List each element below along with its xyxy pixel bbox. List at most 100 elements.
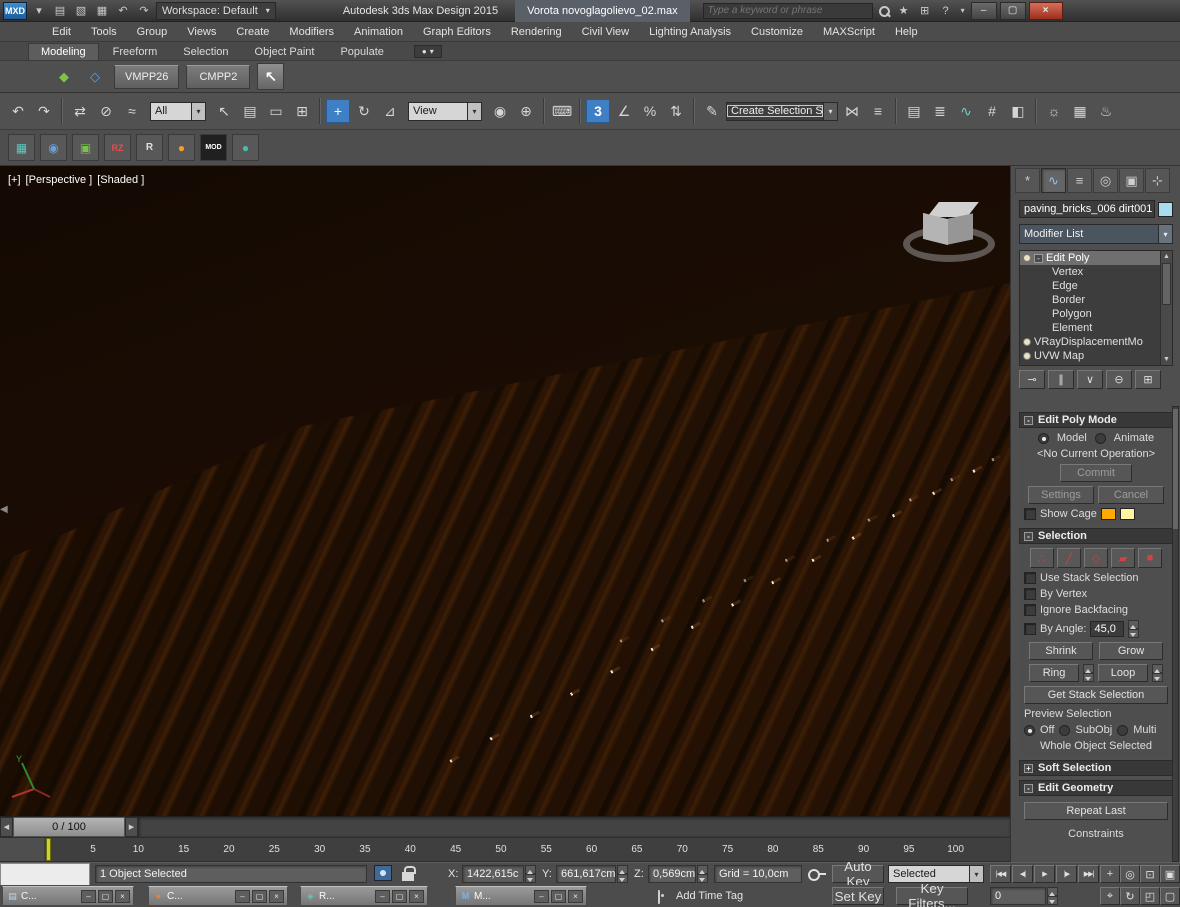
- tab-hierarchy-icon[interactable]: ≡: [1067, 168, 1092, 193]
- undo-icon[interactable]: ↶: [114, 2, 132, 20]
- tab-modify-icon[interactable]: ∿: [1041, 168, 1066, 193]
- rollout-header-edit-geometry[interactable]: - Edit Geometry: [1019, 780, 1173, 796]
- ring-spinner[interactable]: [1083, 664, 1094, 682]
- selection-filter-dropdown[interactable]: All ▾: [150, 102, 206, 121]
- rollout-header-selection[interactable]: - Selection: [1019, 528, 1173, 544]
- stack-item-element[interactable]: Element: [1020, 321, 1172, 335]
- maximize-viewport-icon[interactable]: ▢: [1160, 887, 1180, 905]
- ribbon-tab-freeform[interactable]: Freeform: [101, 44, 170, 60]
- animate-radio[interactable]: [1095, 433, 1106, 444]
- cancel-button[interactable]: Cancel: [1098, 486, 1164, 504]
- redo-button[interactable]: ↷: [32, 99, 56, 123]
- custom-tool-icon-6[interactable]: ●: [168, 134, 195, 161]
- unlink-selection-icon[interactable]: ⊘: [94, 99, 118, 123]
- commit-button[interactable]: Commit: [1060, 464, 1132, 482]
- restore-button[interactable]: ▢: [392, 890, 407, 903]
- menu-item[interactable]: Civil View: [572, 22, 639, 41]
- custom-tool-icon-4[interactable]: RZ: [104, 134, 131, 161]
- shrink-button[interactable]: Shrink: [1029, 642, 1093, 660]
- object-name-field[interactable]: paving_bricks_006 dirt001: [1019, 200, 1155, 218]
- menu-item[interactable]: Animation: [344, 22, 413, 41]
- time-slider-handle[interactable]: 0 / 100: [13, 817, 125, 837]
- scroll-down-icon[interactable]: ▼: [1161, 354, 1172, 365]
- custom-tool-icon-7[interactable]: MOD: [200, 134, 227, 161]
- undo-button[interactable]: ↶: [6, 99, 30, 123]
- loop-button[interactable]: Loop: [1098, 664, 1148, 682]
- keyboard-override-icon[interactable]: ⌨: [550, 99, 574, 123]
- menu-item[interactable]: Rendering: [501, 22, 572, 41]
- exchange-apps-icon[interactable]: ⊞: [916, 2, 934, 20]
- viewport-pov-menu[interactable]: [Perspective ]: [26, 174, 93, 186]
- app-logo-icon[interactable]: MXD: [3, 2, 27, 20]
- command-panel-scrollbar[interactable]: [1172, 406, 1179, 862]
- viewport-canvas[interactable]: [+] [Perspective ] [Shaded ] ◀ Y: [0, 166, 1010, 817]
- schematic-view-icon[interactable]: #: [980, 99, 1004, 123]
- vertex-subobject-icon[interactable]: ∴: [1030, 548, 1054, 568]
- workspace-dropdown[interactable]: Workspace: Default ▾: [156, 2, 276, 20]
- by-angle-checkbox[interactable]: [1024, 623, 1036, 635]
- z-spinner[interactable]: [697, 865, 708, 883]
- ribbon-tab-modeling[interactable]: Modeling: [28, 43, 99, 60]
- zoom-region-icon[interactable]: ▣: [1160, 865, 1180, 883]
- scroll-up-icon[interactable]: ▲: [1161, 251, 1172, 262]
- select-and-scale-icon[interactable]: ⊿: [378, 99, 402, 123]
- use-pivot-center-icon[interactable]: ◉: [488, 99, 512, 123]
- close-button[interactable]: ×: [1029, 2, 1063, 20]
- ribbon-tab-object-paint[interactable]: Object Paint: [243, 44, 327, 60]
- menu-item[interactable]: Views: [177, 22, 226, 41]
- stack-item-border[interactable]: Border: [1020, 293, 1172, 307]
- select-by-name-icon[interactable]: ▤: [238, 99, 262, 123]
- tab-display-icon[interactable]: ▣: [1119, 168, 1144, 193]
- stack-item-vraydisplacementmod[interactable]: VRayDisplacementMo: [1020, 335, 1172, 349]
- panel-tab-vmpp26[interactable]: VMPP26: [114, 65, 179, 89]
- next-frame-button[interactable]: ▶: [125, 817, 138, 837]
- help-icon[interactable]: ?: [937, 2, 955, 20]
- close-button[interactable]: ×: [409, 890, 424, 903]
- go-to-end-button[interactable]: ▶▶|: [1078, 865, 1099, 883]
- go-to-start-button[interactable]: |◀◀: [990, 865, 1011, 883]
- menu-item[interactable]: Tools: [81, 22, 127, 41]
- close-button[interactable]: ×: [269, 890, 284, 903]
- border-subobject-icon[interactable]: ◇: [1084, 548, 1108, 568]
- window-crossing-icon[interactable]: ⊞: [290, 99, 314, 123]
- minimized-window[interactable]: ▤ C... – ▢ ×: [2, 886, 134, 906]
- restore-button[interactable]: ▢: [551, 890, 566, 903]
- menu-item[interactable]: Customize: [741, 22, 813, 41]
- stack-scrollbar[interactable]: ▲ ▼: [1160, 251, 1172, 365]
- menu-item[interactable]: Create: [226, 22, 279, 41]
- rendered-frame-icon[interactable]: ▦: [1068, 99, 1092, 123]
- select-and-move-icon[interactable]: +: [326, 99, 350, 123]
- y-spinner[interactable]: [617, 865, 628, 883]
- help-caret-icon[interactable]: ▾: [958, 2, 968, 20]
- mirror-icon[interactable]: ⋈: [840, 99, 864, 123]
- panel-tab-cmpp2[interactable]: CMPP2: [186, 65, 250, 89]
- settings-button[interactable]: Settings: [1028, 486, 1094, 504]
- field-of-view-icon[interactable]: ◰: [1140, 887, 1160, 905]
- cage-selected-color-swatch[interactable]: [1120, 508, 1135, 520]
- close-button[interactable]: ×: [568, 890, 583, 903]
- minimize-button[interactable]: –: [971, 2, 997, 20]
- scene-explorer-icon[interactable]: ▤: [902, 99, 926, 123]
- remove-modifier-icon[interactable]: ⊖: [1106, 370, 1132, 389]
- auto-key-button[interactable]: Auto Key: [832, 865, 884, 883]
- polygon-subobject-icon[interactable]: ▰: [1111, 548, 1135, 568]
- object-color-swatch[interactable]: [1158, 202, 1173, 217]
- zoom-icon[interactable]: +: [1100, 865, 1120, 883]
- loop-spinner[interactable]: [1152, 664, 1163, 682]
- zoom-extents-icon[interactable]: ⊡: [1140, 865, 1160, 883]
- menu-item[interactable]: Help: [885, 22, 928, 41]
- set-key-button[interactable]: Set Key: [832, 887, 884, 905]
- modify-mode-icon[interactable]: ◇: [83, 65, 107, 89]
- time-spinner[interactable]: [1047, 887, 1058, 905]
- custom-tool-icon-5[interactable]: R: [136, 134, 163, 161]
- modifier-enable-bulb-icon[interactable]: [1023, 338, 1031, 346]
- minimize-button[interactable]: –: [534, 890, 549, 903]
- stack-item-edit-poly[interactable]: - Edit Poly: [1020, 251, 1172, 265]
- modifier-enable-bulb-icon[interactable]: [1023, 254, 1031, 262]
- tab-utilities-icon[interactable]: ⊹: [1145, 168, 1170, 193]
- render-setup-icon[interactable]: ☼: [1042, 99, 1066, 123]
- grow-button[interactable]: Grow: [1099, 642, 1163, 660]
- viewcube-right-face[interactable]: [948, 213, 973, 244]
- edge-subobject-icon[interactable]: ╱: [1057, 548, 1081, 568]
- y-coordinate-field[interactable]: 661,617cm: [556, 865, 616, 883]
